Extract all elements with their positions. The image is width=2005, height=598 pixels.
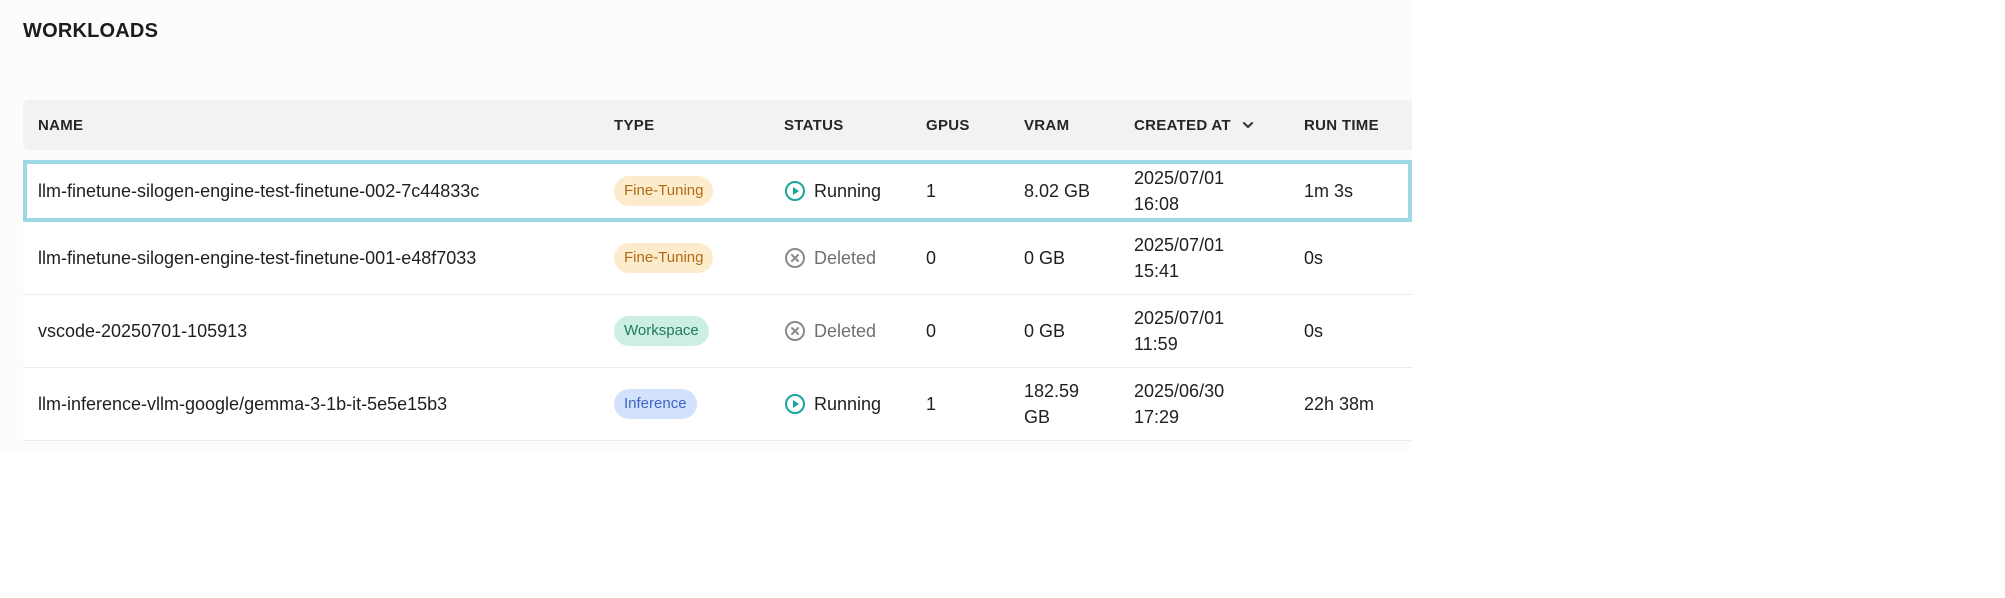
status-indicator: Deleted — [784, 320, 876, 342]
gpus-value: 0 — [926, 320, 937, 341]
created-time: 16:08 — [1134, 194, 1180, 214]
table-row[interactable]: llm-finetune-silogen-engine-test-finetun… — [23, 160, 1412, 222]
run-time-value: 1m 3s — [1304, 180, 1354, 201]
status-cell: Deleted — [784, 222, 876, 294]
vram-value: 8.02 GB — [1024, 180, 1091, 201]
gpus-value: 0 — [926, 247, 937, 268]
vram-amount: 182.59 — [1024, 381, 1080, 401]
workloads-table: NAME TYPE STATUS GPUS VRAM CREATED AT RU… — [23, 100, 1412, 441]
status-indicator: Running — [784, 180, 881, 202]
run-time-value: 0s — [1304, 247, 1324, 268]
table-row[interactable]: llm-inference-vllm-google/gemma-3-1b-it-… — [23, 368, 1412, 441]
created-at-value: 2025/07/01 15:41 — [1134, 222, 1224, 294]
created-at-value: 2025/06/30 17:29 — [1134, 368, 1224, 440]
table-header: NAME TYPE STATUS GPUS VRAM CREATED AT RU… — [23, 100, 1412, 150]
type-badge: Fine-Tuning — [614, 176, 714, 206]
status-label: Deleted — [814, 247, 877, 268]
table-row[interactable]: vscode-20250701-105913 Workspace Deleted… — [23, 295, 1412, 368]
run-time-value: 22h 38m — [1304, 393, 1375, 414]
created-time: 17:29 — [1134, 407, 1180, 427]
column-header-vram[interactable]: VRAM — [1024, 100, 1069, 150]
workload-name[interactable]: vscode-20250701-105913 — [38, 295, 247, 367]
status-label: Deleted — [814, 320, 877, 341]
status-cell: Running — [784, 368, 881, 440]
column-header-name[interactable]: NAME — [38, 100, 83, 150]
created-date: 2025/07/01 — [1134, 308, 1225, 328]
workloads-panel: WORKLOADS NAME TYPE STATUS GPUS VRAM CRE… — [0, 0, 1412, 450]
column-header-type[interactable]: TYPE — [614, 100, 654, 150]
status-indicator: Deleted — [784, 247, 876, 269]
vram-value: 0 GB — [1024, 320, 1066, 341]
type-cell: Workspace — [614, 295, 709, 367]
created-time: 11:59 — [1134, 334, 1178, 354]
page-title: WORKLOADS — [23, 20, 159, 42]
status-cell: Running — [784, 160, 881, 222]
x-circle-icon — [785, 248, 805, 268]
column-header-created-at[interactable]: CREATED AT — [1134, 100, 1255, 150]
status-label: Running — [814, 180, 882, 201]
created-date: 2025/07/01 — [1134, 168, 1225, 188]
run-time-value: 0s — [1304, 320, 1324, 341]
vram-unit: GB — [1024, 407, 1051, 427]
gpus-value: 1 — [926, 180, 937, 201]
play-circle-icon — [785, 394, 805, 414]
type-cell: Fine-Tuning — [614, 222, 714, 294]
type-badge: Inference — [614, 389, 697, 419]
status-cell: Deleted — [784, 295, 876, 367]
workload-name[interactable]: llm-finetune-silogen-engine-test-finetun… — [38, 222, 476, 294]
created-at-value: 2025/07/01 11:59 — [1134, 295, 1224, 367]
chevron-down-icon[interactable] — [1241, 118, 1255, 132]
column-header-status[interactable]: STATUS — [784, 100, 844, 150]
vram-value: 0 GB — [1024, 247, 1066, 268]
workload-name[interactable]: llm-inference-vllm-google/gemma-3-1b-it-… — [38, 368, 447, 440]
column-header-run-time[interactable]: RUN TIME — [1304, 100, 1379, 150]
x-circle-icon — [785, 321, 805, 341]
type-badge: Workspace — [614, 316, 709, 346]
gpus-value: 1 — [926, 393, 937, 414]
type-cell: Fine-Tuning — [614, 160, 714, 222]
status-label: Running — [814, 393, 882, 414]
created-date: 2025/07/01 — [1134, 235, 1225, 255]
play-circle-icon — [785, 181, 805, 201]
created-at-value: 2025/07/01 16:08 — [1134, 160, 1224, 222]
type-cell: Inference — [614, 368, 697, 440]
created-date: 2025/06/30 — [1134, 381, 1225, 401]
status-indicator: Running — [784, 393, 881, 415]
created-time: 15:41 — [1134, 261, 1180, 281]
vram-value: 182.59 GB — [1024, 368, 1079, 440]
column-header-created-at-label: CREATED AT — [1134, 116, 1231, 134]
type-badge: Fine-Tuning — [614, 243, 714, 273]
workload-name[interactable]: llm-finetune-silogen-engine-test-finetun… — [38, 160, 479, 222]
table-row[interactable]: llm-finetune-silogen-engine-test-finetun… — [23, 222, 1412, 295]
column-header-gpus[interactable]: GPUS — [926, 100, 970, 150]
